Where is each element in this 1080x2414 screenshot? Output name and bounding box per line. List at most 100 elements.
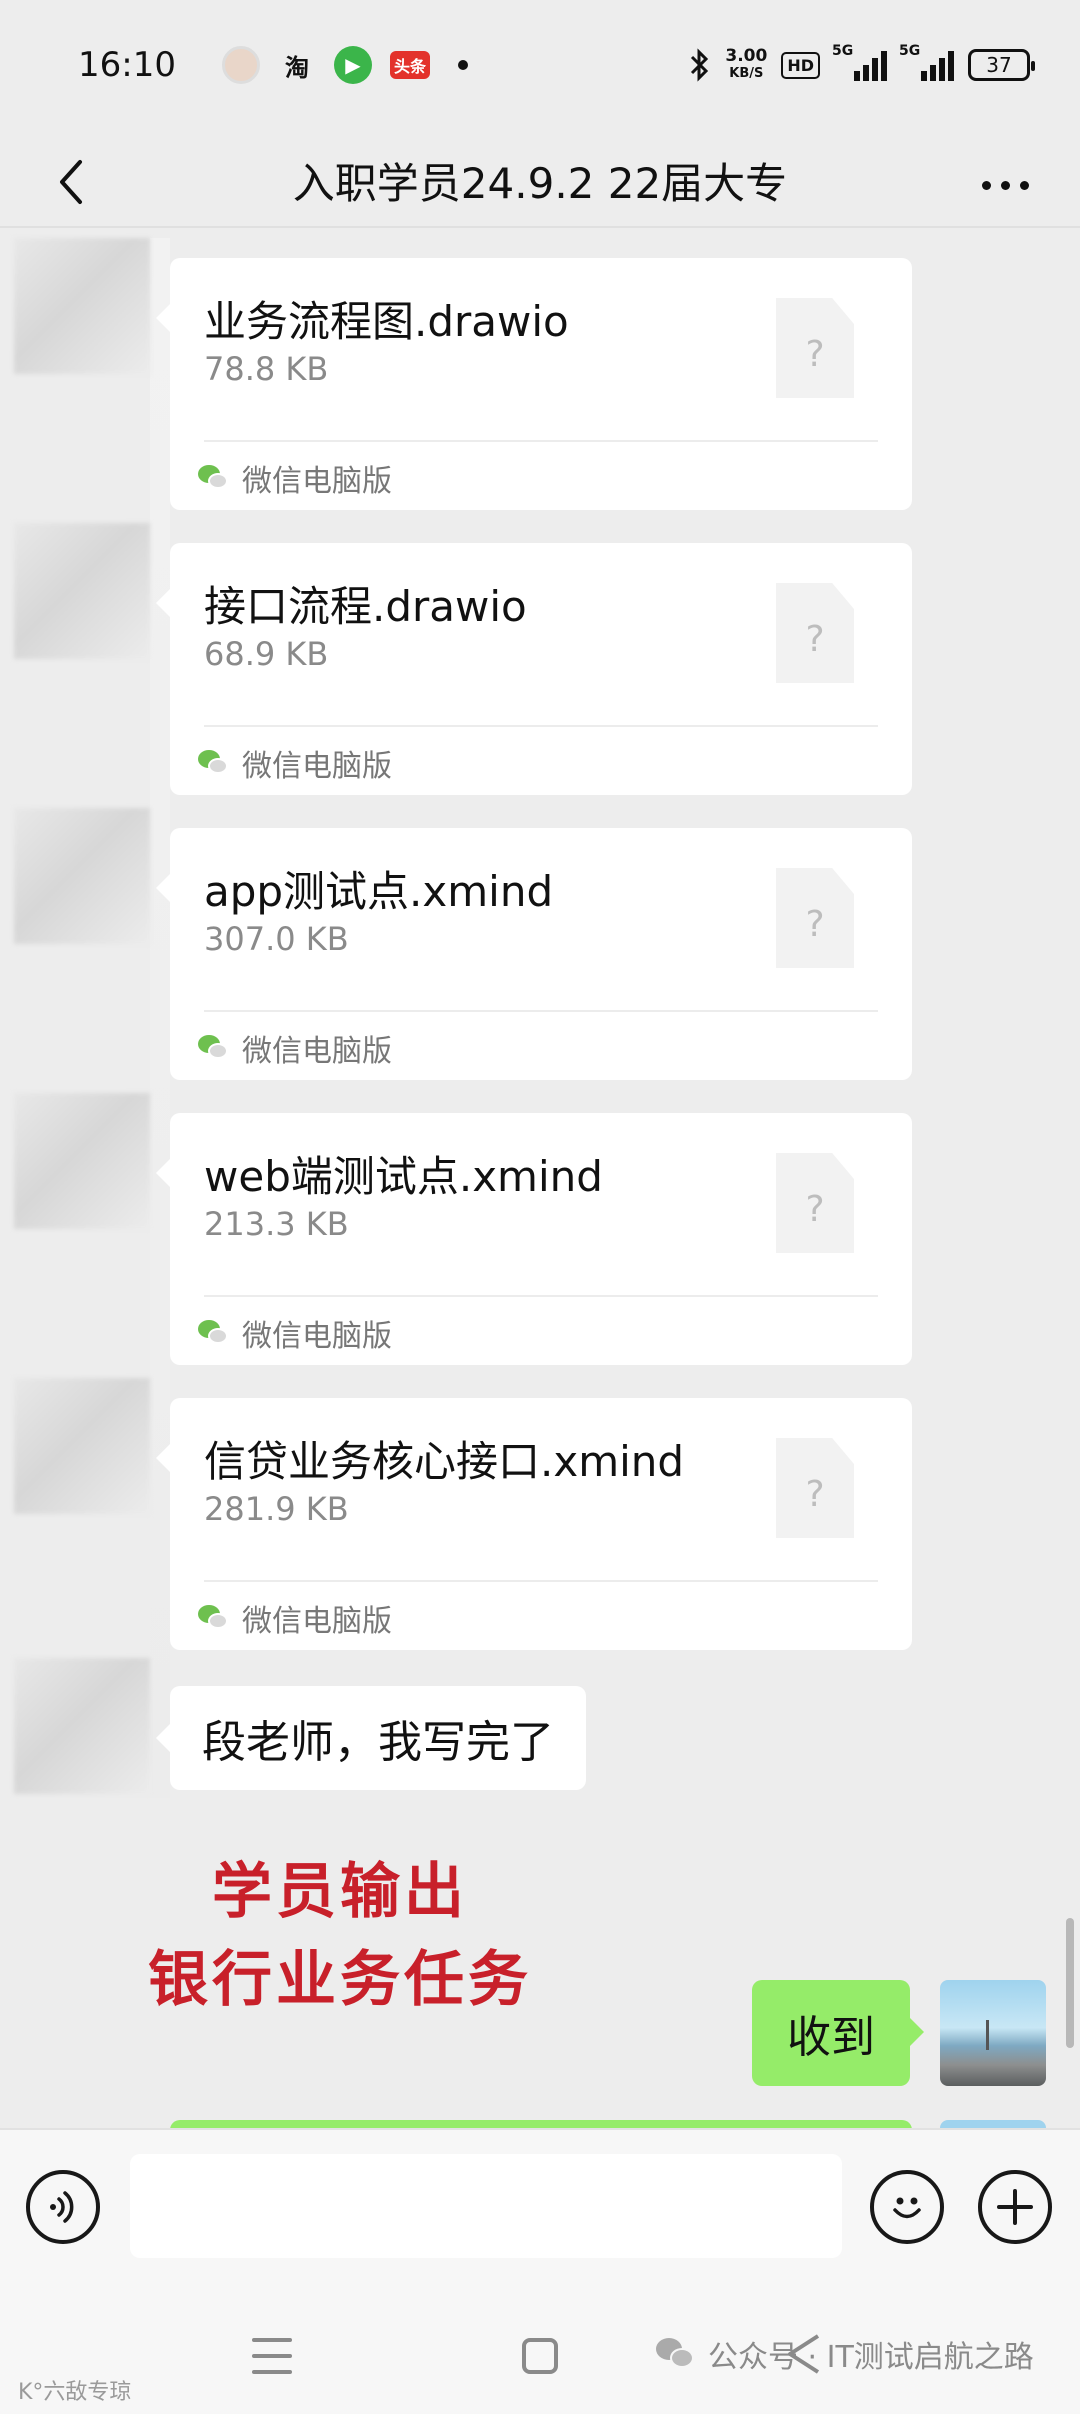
sent-message-bubble[interactable]: 收到 [752,1980,924,2086]
file-name: app测试点.xmind [204,867,554,916]
battery-icon: 37 [968,49,1035,81]
recents-menu-button[interactable] [252,2338,292,2374]
my-avatar[interactable] [940,1980,1046,2086]
status-time: 16:10 [78,45,176,85]
file-icon-glyph: ? [805,1474,825,1515]
chat-header: 入职学员24.9.2 22届大专 [0,130,1080,230]
caption-line-2: 银行业务任务 [148,1945,532,2015]
unknown-file-icon: ? [776,583,854,683]
more-dot-icon [1000,180,1010,190]
overlay-caption: 学员输出 银行业务任务 [100,1848,580,2024]
file-icon-glyph: ? [805,1189,825,1230]
signal-2-label: 5G [899,43,921,59]
message-input[interactable] [130,2154,842,2258]
file-message-card[interactable]: web端测试点.xmind 213.3 KB ? 微信电脑版 [156,1113,912,1365]
card-divider [204,1010,878,1012]
network-speed: 3.00 KB/S [725,48,767,82]
card-footer: 微信电脑版 [198,456,392,500]
file-message-card[interactable]: 信贷业务核心接口.xmind 281.9 KB ? 微信电脑版 [156,1398,912,1650]
file-size: 307.0 KB [204,920,349,958]
status-system-icons: 3.00 KB/S HD 5G 5G 37 [689,43,1035,83]
wechat-icon [198,750,230,776]
wechat-icon [198,1035,230,1061]
sender-avatar-blurred[interactable] [14,523,150,659]
file-size: 78.8 KB [204,350,329,388]
card-divider [204,440,878,442]
unknown-file-icon: ? [776,298,854,398]
blurred-strip [150,238,170,1798]
watermark-right: 公众号 · IT测试启航之路 [656,2332,1034,2376]
status-notification-icons: 淘 ▶ 头条 [222,46,468,84]
sender-avatar-blurred[interactable] [14,1093,150,1229]
hd-voice-badge: HD [781,51,820,79]
video-app-icon: ▶ [334,46,372,84]
chat-message-list[interactable]: 业务流程图.drawio 78.8 KB ? 微信电脑版 接口流程.drawio… [0,228,1080,2132]
file-icon-glyph: ? [805,619,825,660]
wechat-official-account-icon [656,2338,696,2370]
card-footer: 微信电脑版 [198,1311,392,1355]
file-icon-glyph: ? [805,334,825,375]
more-options-button[interactable] [970,155,1040,215]
more-dot-icon [981,180,991,190]
status-bar: 16:10 淘 ▶ 头条 3.00 KB/S HD 5G 5G 37 [0,0,1080,130]
toutiao-app-icon: 头条 [390,51,430,79]
card-footer: 微信电脑版 [198,1026,392,1070]
file-name: web端测试点.xmind [204,1152,603,1201]
watermark-right-text: 公众号 · IT测试启航之路 [708,2340,1034,2375]
file-message-card[interactable]: 业务流程图.drawio 78.8 KB ? 微信电脑版 [156,258,912,510]
signal-5g-icon-2: 5G [899,43,954,81]
unknown-file-icon: ? [776,1438,854,1538]
sender-avatar-blurred[interactable] [14,808,150,944]
sender-avatar-blurred[interactable] [14,238,150,374]
more-notifications-dot-icon [458,60,468,70]
file-size: 68.9 KB [204,635,329,673]
more-dot-icon [1019,180,1029,190]
file-message-card[interactable]: 接口流程.drawio 68.9 KB ? 微信电脑版 [156,543,912,795]
card-footer: 微信电脑版 [198,1596,392,1640]
card-divider [204,1580,878,1582]
bluetooth-icon [691,48,709,82]
back-arrow-icon [60,160,82,204]
file-size: 213.3 KB [204,1205,349,1243]
network-speed-value: 3.00 [725,46,768,66]
text-message-bubble[interactable]: 段老师，我写完了 [156,1686,586,1790]
file-name: 信贷业务核心接口.xmind [204,1437,685,1486]
file-name: 业务流程图.drawio [204,297,569,346]
emoji-icon [893,2197,921,2219]
file-source: 微信电脑版 [242,1604,392,1639]
card-footer: 微信电脑版 [198,741,392,785]
sender-avatar-blurred[interactable] [14,1658,150,1794]
file-source: 微信电脑版 [242,1034,392,1069]
system-navigation-bar: K°六敌专琼 公众号 · IT测试启航之路 [0,2288,1080,2414]
more-functions-button[interactable] [978,2170,1052,2244]
back-button[interactable] [40,152,100,212]
file-source: 微信电脑版 [242,464,392,499]
sender-avatar-blurred[interactable] [14,1378,150,1514]
signal-5g-icon: 5G [832,43,887,81]
taobao-app-icon: 淘 [285,53,309,82]
watermark-left: K°六敌专琼 [18,2380,132,2405]
file-message-card[interactable]: app测试点.xmind 307.0 KB ? 微信电脑版 [156,828,912,1080]
chat-title: 入职学员24.9.2 22届大专 [292,158,788,208]
file-source: 微信电脑版 [242,749,392,784]
home-button[interactable] [522,2338,558,2374]
plus-icon [997,2189,1033,2225]
chat-input-bar [0,2128,1080,2288]
unknown-file-icon: ? [776,1153,854,1253]
wechat-icon [198,1320,230,1346]
signal-1-label: 5G [832,43,854,59]
caption-line-1: 学员输出 [212,1857,468,1927]
file-size: 281.9 KB [204,1490,349,1528]
avatar-app-icon [222,46,260,84]
wechat-icon [198,465,230,491]
voice-input-button[interactable] [26,2170,100,2244]
voice-icon [50,2191,74,2223]
emoji-button[interactable] [870,2170,944,2244]
file-name: 接口流程.drawio [204,582,527,631]
wechat-icon [198,1605,230,1631]
file-icon-glyph: ? [805,904,825,945]
file-source: 微信电脑版 [242,1319,392,1354]
card-divider [204,725,878,727]
scrollbar-thumb[interactable] [1066,1918,1074,2048]
network-speed-unit: KB/S [729,66,764,81]
